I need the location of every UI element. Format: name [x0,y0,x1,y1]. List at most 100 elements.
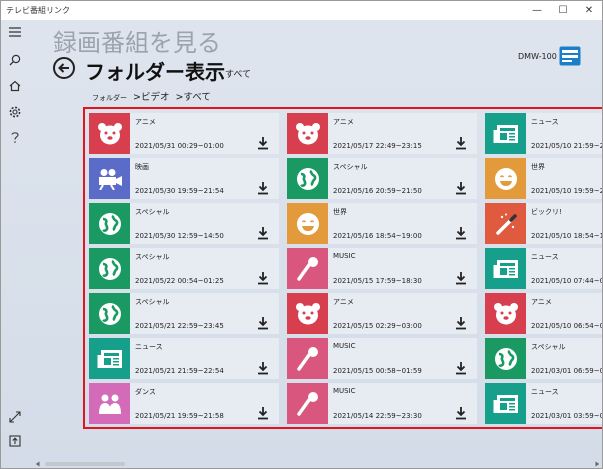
recording-tile[interactable]: 映画 2021/05/30 19:59~21:54 [89,158,279,199]
expand-icon[interactable] [1,407,29,427]
recording-date: 2021/05/30 12:59~14:50 [135,232,224,240]
recording-genre: アニメ [531,298,552,306]
download-icon[interactable] [257,180,269,195]
view-filter[interactable]: すべて [225,67,251,80]
recording-tile[interactable]: 世界 2021/05/16 18:54~19:00 [287,203,477,244]
recording-genre: アニメ [333,118,354,126]
recording-genre: スペシャル [135,298,170,306]
recording-tile[interactable]: スペシャル 2021/05/16 20:59~21:50 [287,158,477,199]
recording-genre: ビックリ! [531,208,562,216]
recording-tile[interactable]: スペシャル 2021/03/01 06:59~07:15 [485,338,602,379]
recorder-device-icon[interactable] [559,46,581,66]
recording-tile[interactable]: 世界 2021/05/10 19:59~21:54 [485,158,602,199]
recording-date: 2021/05/21 19:59~21:58 [135,412,224,420]
breadcrumb: フォルダー >ビデオ >すべて [92,89,211,103]
recording-tile[interactable]: ニュース 2021/05/10 07:44~08:00 [485,248,602,289]
horizontal-scrollbar[interactable] [35,459,602,468]
download-icon[interactable] [455,180,467,195]
export-icon[interactable] [1,431,29,451]
close-button[interactable]: ✕ [576,1,602,20]
globe-icon [89,203,130,244]
movie-camera-icon [89,158,130,199]
recording-date: 2021/05/22 00:54~01:25 [135,277,224,285]
recording-date: 2021/05/10 06:54~07:00 [531,322,602,330]
search-icon[interactable] [1,50,29,70]
help-icon[interactable] [1,127,29,147]
app-window: テレビ番組リンク — ☐ ✕ 録画番組を見る フォルダー表示 ⌄ すべて DMW… [0,0,603,469]
gear-icon[interactable] [1,102,29,122]
recording-date: 2021/05/10 07:44~08:00 [531,277,602,285]
recording-genre: MUSIC [333,342,356,350]
scroll-left-icon[interactable] [35,461,40,467]
recording-date: 2021/03/01 03:59~04:25 [531,412,602,420]
recordings-grid-highlight: アニメ 2021/05/31 00:29~01:00 映画 2021/05/30 19… [83,107,602,429]
smiley-icon [287,203,328,244]
globe-icon [89,248,130,289]
breadcrumb-video[interactable]: >ビデオ [133,89,169,103]
recording-genre: スペシャル [531,343,566,351]
download-icon[interactable] [455,225,467,240]
recording-date: 2021/05/16 20:59~21:50 [333,187,422,195]
recording-tile[interactable]: アニメ 2021/05/17 22:49~23:15 [287,113,477,154]
download-icon[interactable] [257,135,269,150]
download-icon[interactable] [455,315,467,330]
recording-tile[interactable]: ニュース 2021/05/10 21:59~22:58 [485,113,602,154]
download-icon[interactable] [455,405,467,420]
recording-tile[interactable]: MUSIC 2021/05/15 00:58~01:59 [287,338,477,379]
recording-tile[interactable]: MUSIC 2021/05/15 17:59~18:30 [287,248,477,289]
recording-date: 2021/05/31 00:29~01:00 [135,142,224,150]
recording-tile[interactable]: アニメ 2021/05/10 06:54~07:00 [485,293,602,334]
recording-tile[interactable]: スペシャル 2021/05/22 00:54~01:25 [89,248,279,289]
view-title[interactable]: フォルダー表示 [85,56,225,85]
download-icon[interactable] [257,405,269,420]
bear-icon [287,113,328,154]
chevron-down-icon[interactable]: ⌄ [211,65,219,76]
recording-tile[interactable]: MUSIC 2021/05/14 22:59~23:30 [287,383,477,424]
recording-date: 2021/05/15 17:59~18:30 [333,277,422,285]
recording-date: 2021/05/10 21:59~22:58 [531,142,602,150]
device-name: DMW-100 [518,52,557,61]
breadcrumb-all[interactable]: >すべて [175,89,210,103]
minimize-button[interactable]: — [524,1,550,20]
recording-genre: MUSIC [333,252,356,260]
download-icon[interactable] [455,360,467,375]
title-bar: テレビ番組リンク — ☐ ✕ [1,1,602,20]
recording-date: 2021/05/10 19:59~21:54 [531,187,602,195]
window-title: テレビ番組リンク [6,6,70,15]
breadcrumb-folder[interactable]: フォルダー [92,93,127,103]
download-icon[interactable] [455,135,467,150]
recording-genre: ダンス [135,388,156,396]
newspaper-icon [485,383,526,424]
maximize-button[interactable]: ☐ [550,1,576,20]
newspaper-icon [485,248,526,289]
back-button[interactable] [53,57,75,79]
recording-tile[interactable]: スペシャル 2021/05/30 12:59~14:50 [89,203,279,244]
download-icon[interactable] [257,315,269,330]
scroll-right-icon[interactable] [595,461,600,467]
microphone-icon [287,248,328,289]
download-icon[interactable] [455,270,467,285]
recording-date: 2021/05/21 21:59~22:54 [135,367,224,375]
recording-tile[interactable]: ニュース 2021/03/01 03:59~04:25 [485,383,602,424]
download-icon[interactable] [257,225,269,240]
smiley-icon [485,158,526,199]
home-icon[interactable] [1,76,29,96]
download-icon[interactable] [257,360,269,375]
recording-tile[interactable]: アニメ 2021/05/15 02:29~03:00 [287,293,477,334]
back-arrow-icon [58,63,69,73]
recording-genre: アニメ [333,298,354,306]
globe-icon [89,293,130,334]
recording-genre: ニュース [531,253,559,261]
scrollbar-thumb[interactable] [45,462,125,466]
recording-genre: 世界 [531,163,545,171]
bear-icon [485,293,526,334]
hamburger-menu-icon[interactable] [1,22,29,42]
download-icon[interactable] [257,270,269,285]
recording-tile[interactable]: スペシャル 2021/05/21 22:59~23:45 [89,293,279,334]
recording-date: 2021/05/14 22:59~23:30 [333,412,422,420]
recording-genre: 世界 [333,208,347,216]
recording-tile[interactable]: アニメ 2021/05/31 00:29~01:00 [89,113,279,154]
recording-tile[interactable]: ビックリ! 2021/05/10 18:54~19:25 [485,203,602,244]
recording-tile[interactable]: ニュース 2021/05/21 21:59~22:54 [89,338,279,379]
recording-tile[interactable]: ダンス 2021/05/21 19:59~21:58 [89,383,279,424]
